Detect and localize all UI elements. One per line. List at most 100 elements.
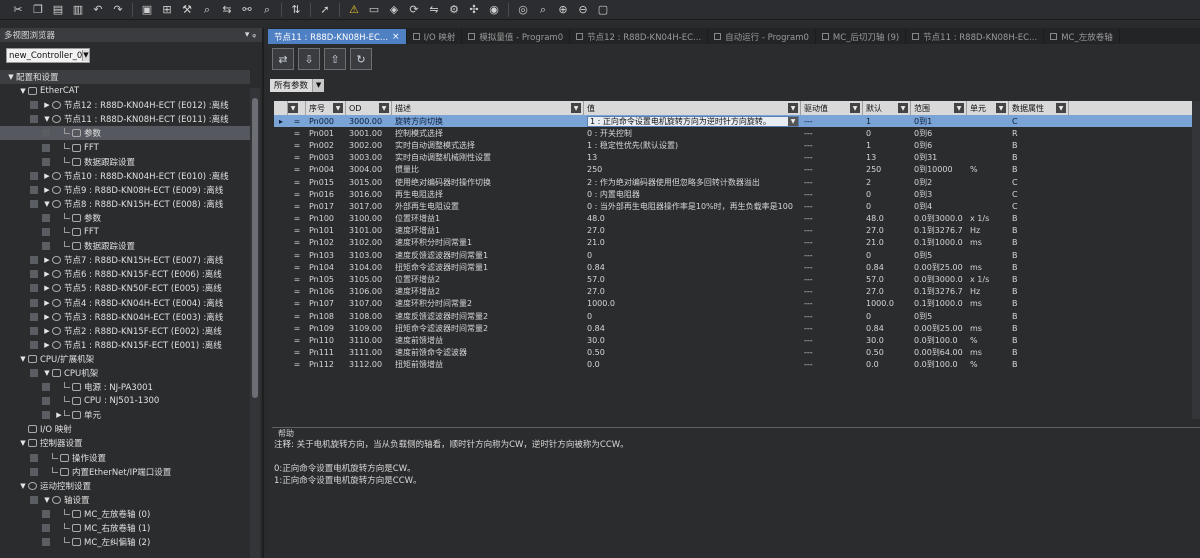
compare-icon[interactable]: ⇄ bbox=[272, 48, 294, 70]
delete-icon[interactable]: ▥ bbox=[68, 2, 88, 18]
cell-val[interactable]: 250 bbox=[584, 164, 801, 176]
transfer-from-drive-icon[interactable]: ⇧ bbox=[324, 48, 346, 70]
collapse-icon[interactable]: ▼ bbox=[42, 200, 52, 208]
zoom-out-icon[interactable]: ⊖ bbox=[573, 2, 593, 18]
value-dropdown[interactable]: 1 : 正向命令设置电机旋转方向为逆时针方向旋转。 ▼ bbox=[587, 115, 799, 127]
tree-item[interactable]: ▼ 控制器设置 bbox=[0, 436, 250, 450]
restart-icon[interactable]: ↻ bbox=[350, 48, 372, 70]
cell-val[interactable]: 0 bbox=[584, 249, 801, 261]
controller-select[interactable]: new_Controller_0 ▼ bbox=[6, 48, 90, 63]
tree-item[interactable]: ▼ 运动控制设置 bbox=[0, 479, 250, 493]
cell-val[interactable]: 0 : 内置电阻器 bbox=[584, 188, 801, 200]
cell-val[interactable]: 48.0 bbox=[584, 213, 801, 225]
cursor-icon[interactable]: ➚ bbox=[315, 2, 335, 18]
table-row[interactable]: = Pn004 3004.00 惯量比 250 --- 250 0到10000% B bbox=[274, 164, 1200, 176]
expand-icon[interactable]: ▶ bbox=[42, 341, 52, 349]
tree-item[interactable]: MC_左纠偏轴 (2) bbox=[0, 535, 250, 549]
table-row[interactable]: = Pn102 3102.00 速度环积分时间常量1 21.0 --- 21.0 0.1到10… bbox=[274, 237, 1200, 249]
monitor-icon[interactable]: ▭ bbox=[364, 2, 384, 18]
cell-val[interactable]: 57.0 bbox=[584, 273, 801, 285]
warning-icon[interactable]: ⚠ bbox=[344, 2, 364, 18]
chevron-down-icon[interactable]: ▼ bbox=[996, 103, 1006, 113]
tree-item[interactable]: ▶ 节点10 : R88D-KN04H-ECT (E010) :离线 bbox=[0, 169, 250, 183]
cell-val[interactable]: 0.84 bbox=[584, 322, 801, 334]
tree-item[interactable]: ▶ 节点3 : R88D-KN04H-ECT (E003) :离线 bbox=[0, 310, 250, 324]
tree-item[interactable]: ▼ 节点11 : R88D-KN08H-ECT (E011) :离线 bbox=[0, 112, 250, 126]
transfer-to-drive-icon[interactable]: ⇩ bbox=[298, 48, 320, 70]
expand-icon[interactable]: ▶ bbox=[42, 101, 52, 109]
cell-val[interactable]: 0.50 bbox=[584, 347, 801, 359]
table-row[interactable]: = Pn106 3106.00 速度环增益2 27.0 --- 27.0 0.1到3276.7… bbox=[274, 286, 1200, 298]
chevron-down-icon[interactable]: ▼ bbox=[788, 103, 798, 113]
cross-ref-icon[interactable]: ✣ bbox=[464, 2, 484, 18]
table-row[interactable]: = Pn112 3112.00 扭矩前馈增益 0.0 --- 0.0 0.0到100.0% B bbox=[274, 359, 1200, 371]
column-header-default[interactable]: 默认 ▼ bbox=[863, 101, 911, 115]
table-row[interactable]: ▸ = Pn000 3000.00 旋转方向切换 1 : 正向命令设置电机旋转方向为逆时针… bbox=[274, 115, 1200, 128]
tree-item[interactable]: ▶ 节点5 : R88D-KN50F-ECT (E005) :离线 bbox=[0, 281, 250, 295]
column-header-desc[interactable]: 描述 ▼ bbox=[392, 101, 584, 115]
chevron-down-icon[interactable]: ▼ bbox=[954, 103, 964, 113]
tree-item[interactable]: CPU : NJ501-1300 bbox=[0, 394, 250, 408]
table-row[interactable]: = Pn001 3001.00 控制模式选择 0 : 开关控制 --- 0 0到6 R bbox=[274, 127, 1200, 139]
tree-item[interactable]: MC_右放卷轴 (1) bbox=[0, 521, 250, 535]
watch-icon[interactable]: ◉ bbox=[484, 2, 504, 18]
cell-val[interactable]: 27.0 bbox=[584, 286, 801, 298]
pin-icon[interactable]: ▾ ᵩ bbox=[245, 30, 256, 40]
table-row[interactable]: = Pn110 3110.00 速度前馈增益 30.0 --- 30.0 0.0到100.0%… bbox=[274, 334, 1200, 346]
cell-val[interactable]: 0 : 开关控制 bbox=[584, 127, 801, 139]
editor-tab[interactable]: 自动运行 - Program0 bbox=[708, 29, 816, 44]
tree-item[interactable]: ▶ 节点9 : R88D-KN08H-ECT (E009) :离线 bbox=[0, 183, 250, 197]
tree-item[interactable]: 电源 : NJ-PA3001 bbox=[0, 380, 250, 394]
expand-icon[interactable]: ▶ bbox=[42, 327, 52, 335]
close-icon[interactable]: × bbox=[392, 32, 400, 42]
column-header-od[interactable]: OD ▼ bbox=[346, 101, 392, 115]
copy-icon[interactable]: ❐ bbox=[28, 2, 48, 18]
cell-val[interactable]: 0.0 bbox=[584, 359, 801, 371]
tree-item[interactable]: ▼ CPU机架 bbox=[0, 366, 250, 380]
tree-item[interactable]: 内置EtherNet/IP端口设置 bbox=[0, 465, 250, 479]
editor-tab[interactable]: MC_后切刀轴 (9) bbox=[816, 29, 907, 44]
tree-item[interactable]: ▶ 节点6 : R88D-KN15F-ECT (E006) :离线 bbox=[0, 267, 250, 281]
zoom-icon[interactable]: ⌕ bbox=[533, 2, 553, 18]
chevron-down-icon[interactable]: ▼ bbox=[312, 78, 325, 92]
table-scrollbar[interactable] bbox=[1192, 101, 1200, 419]
tree-item[interactable]: ▶ 节点4 : R88D-KN04H-ECT (E004) :离线 bbox=[0, 296, 250, 310]
cell-val[interactable]: 30.0 bbox=[584, 334, 801, 346]
compare-icon[interactable]: ⇋ bbox=[424, 2, 444, 18]
collapse-icon[interactable]: ▼ bbox=[18, 355, 28, 363]
table-row[interactable]: = Pn101 3101.00 速度环增益1 27.0 --- 27.0 0.1到3276.7… bbox=[274, 225, 1200, 237]
tree-item[interactable]: 数据跟踪设置 bbox=[0, 239, 250, 253]
table-row[interactable]: = Pn017 3017.00 外部再生电阻设置 0 : 当外部再生电阻器操作率是10%… bbox=[274, 200, 1200, 212]
tree-item[interactable]: ▼ CPU/扩展机架 bbox=[0, 352, 250, 366]
parameter-filter[interactable]: 所有参数 ▼ bbox=[270, 78, 325, 92]
table-row[interactable]: = Pn003 3003.00 实时自动调整机械刚性设置 13 --- 13 0到31 B bbox=[274, 152, 1200, 164]
transfer-icon[interactable]: ⇅ bbox=[286, 2, 306, 18]
layout-icon[interactable]: ⊞ bbox=[157, 2, 177, 18]
collapse-icon[interactable]: ▼ bbox=[42, 369, 52, 377]
editor-tab[interactable]: 模拟量值 - Program0 bbox=[462, 29, 571, 44]
cell-val[interactable]: 1000.0 bbox=[584, 298, 801, 310]
tree-item[interactable]: ▼ EtherCAT bbox=[0, 84, 250, 98]
table-row[interactable]: = Pn109 3109.00 扭矩命令滤波器时间常量2 0.84 --- 0.84 0.00… bbox=[274, 322, 1200, 334]
tree-item[interactable]: 操作设置 bbox=[0, 451, 250, 465]
tree-item[interactable]: ▶ 节点12 : R88D-KN04H-ECT (E012) :离线 bbox=[0, 98, 250, 112]
table-row[interactable]: = Pn103 3103.00 速度反馈滤波器时间常量1 0 --- 0 0到5 B bbox=[274, 249, 1200, 261]
editor-tab[interactable]: 节点11 : R88D-KN08H-EC... bbox=[906, 29, 1045, 44]
tree-item[interactable]: 数据跟踪设置 bbox=[0, 155, 250, 169]
table-row[interactable]: = Pn105 3105.00 位置环增益2 57.0 --- 57.0 0.0到3000.0… bbox=[274, 273, 1200, 285]
column-header-value[interactable]: 值 ▼ bbox=[584, 101, 801, 115]
cell-val[interactable]: 13 bbox=[584, 152, 801, 164]
expand-icon[interactable]: ▶ bbox=[42, 256, 52, 264]
sync-icon[interactable]: ⟳ bbox=[404, 2, 424, 18]
chevron-down-icon[interactable]: ▼ bbox=[898, 103, 908, 113]
cell-val[interactable]: 0 : 当外部再生电阻器操作率是10%时，再生负载率是100 bbox=[584, 200, 801, 212]
expand-icon[interactable]: ▶ bbox=[42, 284, 52, 292]
collapse-icon[interactable]: ▼ bbox=[18, 439, 28, 447]
column-header-range[interactable]: 范围 ▼ bbox=[911, 101, 967, 115]
chevron-down-icon[interactable]: ▼ bbox=[850, 103, 860, 113]
tree-item[interactable]: ▼ 配置和设置 bbox=[0, 70, 250, 85]
cell-val[interactable]: 1 : 正向命令设置电机旋转方向为逆时针方向旋转。 ▼ bbox=[584, 115, 801, 127]
collapse-icon[interactable]: ▼ bbox=[18, 87, 28, 95]
collapse-icon[interactable]: ▼ bbox=[18, 482, 28, 490]
expand-icon[interactable]: ▶ bbox=[42, 270, 52, 278]
